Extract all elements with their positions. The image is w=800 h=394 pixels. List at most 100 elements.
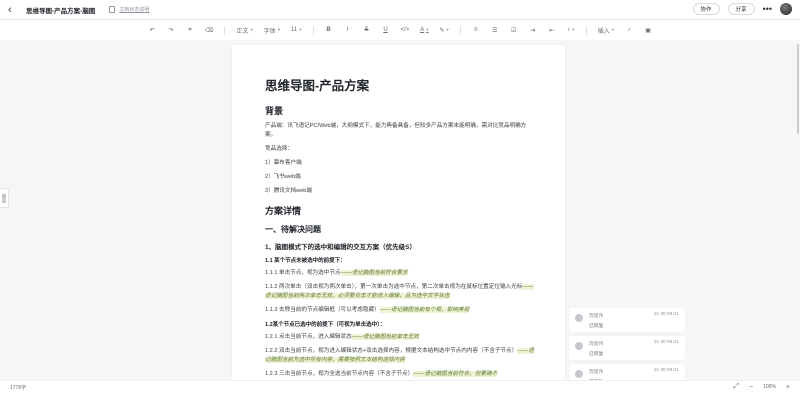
highlighted-note: ——语记脑图当前符合要求 [340,270,408,276]
document-blocks: 背景产品端：讯飞语记PC/Web端，大纲模式下，能力典备具备，但较多产品方案未能… [265,104,535,379]
block-text: 1.2.3 三击当前节点，视为全选当前节点内容（不含子节点） [265,371,414,377]
bold-icon[interactable]: B [325,25,333,35]
comment-card[interactable]: 周建伟 11-30 09:41 已恢复 [569,336,685,360]
paragraph: 1.2.1 点击当前节点，进入编辑状态——语记脑图当前单击无效 [265,333,535,342]
underline-icon[interactable]: U [382,25,390,35]
insert-menu[interactable]: 插入 [598,25,614,35]
paragraph: 2）飞书web端 [265,173,535,182]
block-text: 3）腾讯文档web端 [265,188,312,194]
zoom-out-icon[interactable]: − [749,384,753,391]
collab-button[interactable]: 协作 [692,3,720,15]
doc-heading: 思维导图-产品方案 [265,79,370,93]
media-icon[interactable]: ▣ [644,25,652,35]
heading-h3: 1、脑图模式下的选中和编辑的交互方案（优先级S） [265,241,535,251]
comment-author: 周建伟 [589,370,604,375]
zoom-controls: ⤢ − 100% + [733,383,790,391]
block-text: 1.1.2 两次单击（双击视为两次单击），第一次单击为选中节点，第二次单击视为在… [265,284,523,290]
block-text: 1.2某个节点已选中的前提下（可视为单击选中）： [265,322,386,328]
comment-avatar [575,342,583,350]
back-arrow-icon[interactable]: ‹ [8,4,22,16]
paragraph: 1）幕布客户端 [265,159,535,168]
top-bar: ‹ 思维导图-产品方案-脑图 文档状态说明 协作 分享 ••• [0,0,800,20]
comment-card[interactable]: 周建伟 11-30 09:41 已恢复 [569,308,685,332]
paragraph-style-select[interactable]: 正文 [236,25,252,35]
block-text: 1）幕布客户端 [265,160,302,166]
paragraph: 产品端：讯飞语记PC/Web端，大纲模式下，能力典备具备，但较多产品方案未能明确… [265,122,535,140]
avatar[interactable] [780,3,792,15]
comment-avatar [575,314,583,322]
divider [312,25,314,35]
word-count: 1778字 [10,385,27,391]
block-text: 1.2.1 点击当前节点，进入编辑状态 [265,334,352,340]
outdent-icon[interactable]: ⇤ [548,25,556,35]
divider [459,25,461,35]
code-icon[interactable]: </> [401,25,410,35]
top-right-actions: 协作 分享 ••• [692,3,792,15]
font-family-select[interactable]: 字体 [264,25,280,35]
clear-format-icon[interactable]: ⌫ [205,25,213,35]
comment-author: 周建伟 [589,342,604,347]
strikethrough-icon[interactable]: S [363,25,371,35]
status-bar: 1778字 ⤢ − 100% + [0,380,800,394]
block-text: 方案详情 [265,206,302,216]
block-text: 一、待解决问题 [265,225,321,234]
comment-author: 周建伟 [589,314,604,319]
doc-status-link[interactable]: 文档状态说明 [109,6,149,13]
paragraph: 1.2.2 双击当前节点，视为进入编辑状态+双击选择内容，根据文本结构选中节点内… [265,347,535,365]
more-options-icon[interactable]: ••• [763,4,772,14]
document-icon [109,6,116,13]
comment-status: 已恢复 [589,352,604,357]
document-page: 思维导图-产品方案 背景产品端：讯飞语记PC/Web端，大纲模式下，能力典备具备… [232,45,565,385]
doc-status-label: 文档状态说明 [119,7,150,13]
document-content[interactable]: 思维导图-产品方案 背景产品端：讯飞语记PC/Web端，大纲模式下，能力典备具备… [265,75,535,384]
redo-icon[interactable]: ↷ [167,25,175,35]
highlighted-note: ——语记脑图当前有个框，影响美观 [379,307,470,313]
heading-h1: 背景 [265,104,535,117]
line-spacing-icon[interactable]: ↕ [567,25,575,35]
block-text: 背景 [265,106,284,116]
page-scrollbar[interactable] [797,44,799,134]
highlighted-note: ——语记脑图当前符合，但要确不 [413,371,498,377]
format-brush-icon[interactable]: ⌗ [186,25,194,35]
block-text: 1.1 某个节点未被选中的前提下： [265,258,346,264]
voice-icon[interactable]: ♪ [625,25,633,35]
fit-width-icon[interactable]: ⤢ [733,383,739,391]
indent-icon[interactable]: ⇥ [529,25,537,35]
italic-icon[interactable]: I [344,25,352,35]
zoom-in-icon[interactable]: + [786,384,790,391]
paragraph: 1.2.3 三击当前节点，视为全选当前节点内容（不含子节点）——语记脑图当前符合… [265,370,535,379]
highlight-icon[interactable]: ✎ [439,25,448,35]
heading-h1: 方案详情 [265,204,535,217]
block-text: 1、脑图模式下的选中和编辑的交互方案（优先级S） [265,244,416,251]
block-text: 2）飞书web端 [265,174,301,180]
align-icon[interactable]: ≡ [472,25,480,35]
outline-tab[interactable]: 目录 [0,188,9,208]
comment-avatar [575,370,583,378]
paragraph: 1.1.1 单击节点，视为选中节点——语记脑图当前符合要求 [265,269,535,278]
share-button[interactable]: 分享 [727,3,755,15]
highlighted-note: ——语记脑图当前单击无效 [351,334,419,340]
comment-time: 11-30 09:41 [653,368,679,373]
heading-h2: 一、待解决问题 [265,224,535,235]
heading-h4: 1.2某个节点已选中的前提下（可视为单击选中）： [265,320,535,328]
comment-time: 11-30 09:41 [653,312,679,317]
list-icon[interactable]: ☰ [491,25,499,35]
block-text: 竞品选择： [265,146,293,152]
comment-time: 11-30 09:41 [653,340,679,345]
block-text: 1.1.3 去除当前的节点编辑框（可以考虑隐藏） [265,307,380,313]
divider [224,25,226,35]
undo-icon[interactable]: ↶ [148,25,156,35]
zoom-level[interactable]: 100% [763,384,776,390]
checkbox-icon[interactable]: ☑ [510,25,518,35]
paragraph: 3）腾讯文档web端 [265,187,535,196]
comment-status: 已恢复 [589,324,604,329]
font-size-select[interactable]: 11 [291,25,302,35]
heading-h4: 1.1 某个节点未被选中的前提下： [265,256,535,264]
font-color-icon[interactable]: A [420,25,428,35]
block-text: 产品端：讯飞语记PC/Web端，大纲模式下，能力典备具备，但较多产品方案未能明确… [265,123,527,138]
divider [585,25,587,35]
paragraph: 1.1.2 两次单击（双击视为两次单击），第一次单击为选中节点，第二次单击视为在… [265,283,535,301]
block-text: 1.2.2 双击当前节点，视为进入编辑状态+双击选择内容，根据文本结构选中节点内… [265,348,518,354]
paragraph: 1.1.3 去除当前的节点编辑框（可以考虑隐藏）——语记脑图当前有个框，影响美观 [265,306,535,315]
document-title[interactable]: 思维导图-产品方案-脑图 [26,5,95,15]
